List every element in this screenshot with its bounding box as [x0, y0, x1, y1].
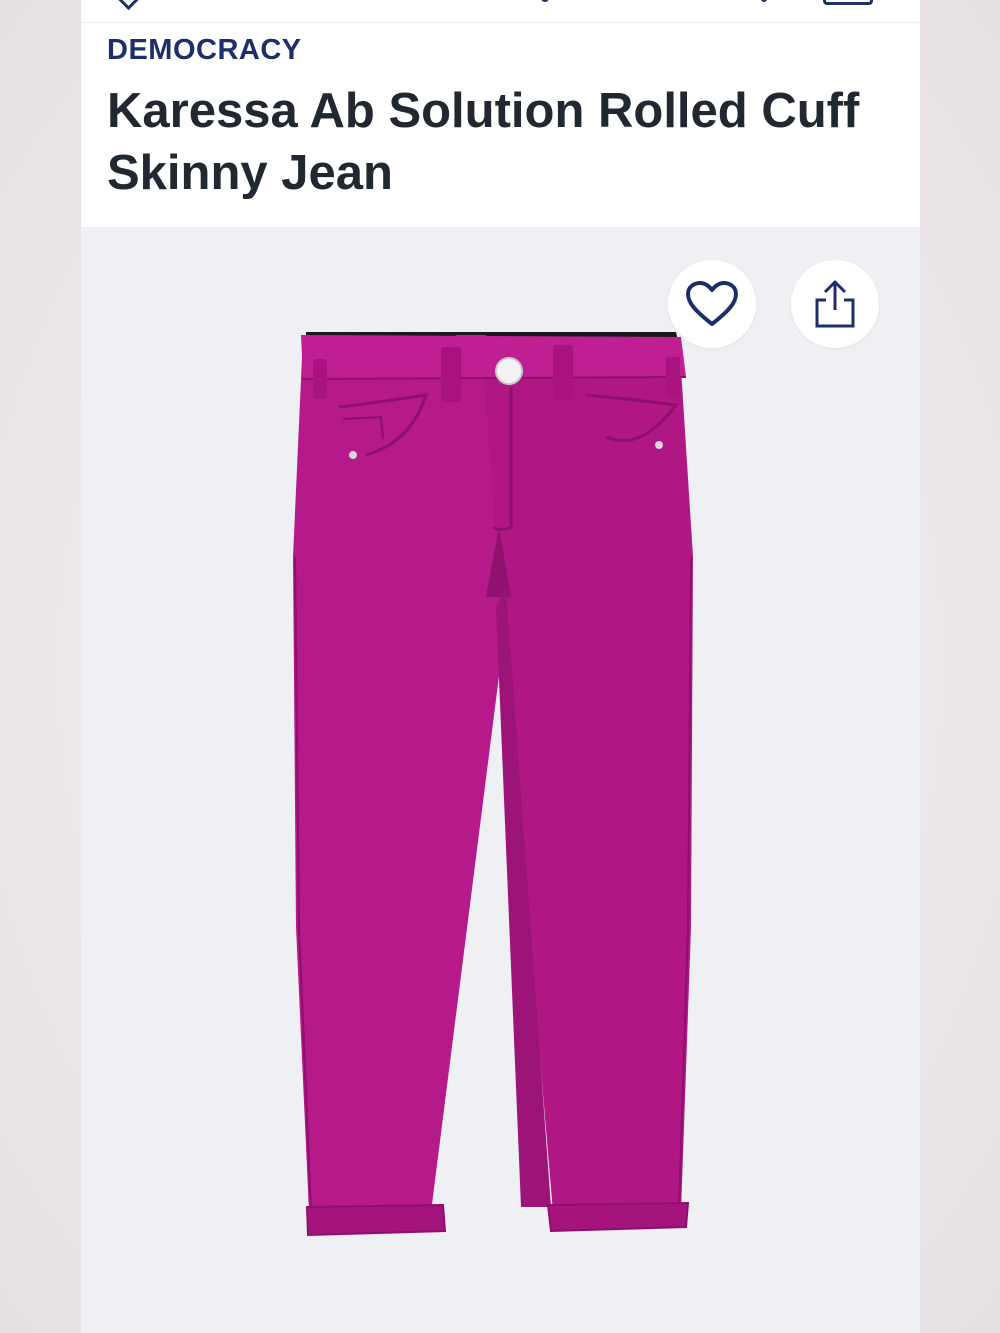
share-button[interactable]	[791, 260, 879, 348]
back-chevron-icon[interactable]	[117, 0, 140, 11]
favorite-button[interactable]	[668, 260, 756, 348]
nav-glyph-icon	[541, 0, 549, 2]
product-image-area[interactable]	[81, 227, 920, 1333]
product-title: Karessa Ab Solution Rolled Cuff Skinny J…	[107, 84, 860, 200]
brand-name[interactable]: DEMOCRACY	[107, 34, 302, 67]
nav-glyph-icon	[761, 0, 767, 2]
share-icon	[815, 280, 855, 328]
product-card: DEMOCRACY Karessa Ab Solution Rolled Cuf…	[81, 0, 920, 1333]
bag-icon[interactable]	[823, 0, 873, 5]
product-image	[293, 332, 693, 1237]
top-navigation-bar	[81, 0, 920, 23]
heart-icon	[686, 281, 738, 326]
